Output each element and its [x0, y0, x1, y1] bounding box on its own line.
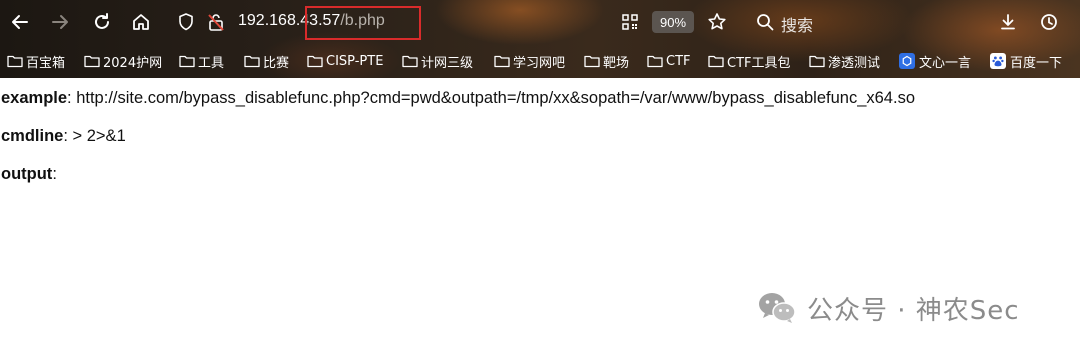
wechat-watermark: 公众号 · 神农Sec — [757, 290, 1020, 326]
bookmark-star-icon[interactable] — [703, 8, 731, 36]
bookmark-folder[interactable]: 靶场 — [584, 51, 629, 71]
bookmark-label: CISP-PTE — [326, 53, 384, 69]
bookmark-label: 渗透测试 — [828, 55, 881, 71]
wenxin-icon — [899, 53, 915, 69]
example-line: example: http://site.com/bypass_disablef… — [1, 89, 915, 108]
bookmark-link[interactable]: 文心一言 — [899, 51, 971, 71]
bookmark-folder[interactable]: 计网三级 — [402, 51, 473, 71]
folder-icon — [584, 55, 600, 68]
bookmark-folder[interactable]: 学习网吧 — [494, 51, 565, 71]
bookmark-label: CTF工具包 — [727, 55, 791, 71]
folder-icon — [708, 55, 724, 68]
search-label[interactable]: 搜索 — [781, 12, 813, 36]
download-icon[interactable] — [994, 8, 1022, 36]
output-value: : — [52, 165, 57, 183]
wechat-icon — [759, 293, 796, 323]
bookmarks-bar: 百宝箱 2024护网 工具 比赛 CISP-PTE 计网三级 学习网吧 靶场 C… — [0, 46, 1080, 76]
home-icon[interactable] — [127, 8, 155, 36]
folder-icon — [179, 55, 195, 68]
search-icon[interactable] — [751, 8, 779, 36]
bookmark-folder[interactable]: 工具 — [179, 51, 224, 71]
history-clock-icon[interactable] — [1035, 8, 1063, 36]
folder-icon — [7, 55, 23, 68]
browser-chrome: 192.168.43.57/b.php 90% 搜索 百宝箱 2024护网 工具… — [0, 0, 1080, 78]
cmdline-line: cmdline: > 2>&1 — [1, 127, 126, 146]
bookmark-label: 工具 — [198, 55, 225, 71]
zoom-level-badge[interactable]: 90% — [652, 11, 694, 33]
folder-icon — [494, 55, 510, 68]
bookmark-label: 学习网吧 — [513, 55, 566, 71]
watermark-text: 公众号 · 神农Sec — [807, 295, 1020, 326]
bookmark-folder[interactable]: 百宝箱 — [7, 51, 65, 71]
bookmark-folder[interactable]: 2024护网 — [84, 51, 162, 71]
baidu-paw-icon — [990, 53, 1006, 69]
cmdline-value: : > 2>&1 — [63, 127, 126, 145]
folder-icon — [647, 55, 663, 68]
insecure-lock-icon[interactable] — [202, 8, 230, 36]
output-line: output: — [1, 165, 57, 184]
bookmark-folder[interactable]: CTF — [647, 51, 691, 71]
output-label: output — [1, 165, 53, 183]
qr-code-icon[interactable] — [616, 8, 644, 36]
bookmark-label: CTF — [666, 53, 691, 69]
bookmark-link[interactable]: 百度一下 — [990, 51, 1062, 71]
example-value: : http://site.com/bypass_disablefunc.php… — [67, 89, 915, 107]
reload-icon[interactable] — [88, 8, 116, 36]
back-icon[interactable] — [6, 8, 34, 36]
bookmark-folder[interactable]: CISP-PTE — [307, 51, 383, 71]
folder-icon — [307, 55, 323, 68]
bookmark-label: 靶场 — [603, 55, 630, 71]
folder-icon — [84, 55, 100, 68]
bookmark-folder[interactable]: 比赛 — [244, 51, 289, 71]
bookmark-label: 百度一下 — [1010, 55, 1063, 71]
folder-icon — [402, 55, 418, 68]
example-label: example — [1, 89, 68, 107]
bookmark-folder[interactable]: CTF工具包 — [708, 51, 791, 71]
navigation-toolbar: 192.168.43.57/b.php 90% 搜索 — [0, 0, 1080, 44]
folder-icon — [809, 55, 825, 68]
bookmark-label: 计网三级 — [421, 55, 474, 71]
url-highlight-box — [305, 6, 421, 40]
bookmark-label: 2024护网 — [103, 55, 163, 71]
bookmark-label: 比赛 — [263, 55, 290, 71]
bookmark-label: 文心一言 — [919, 55, 972, 71]
cmdline-label: cmdline — [1, 127, 64, 145]
bookmark-label: 百宝箱 — [26, 55, 66, 71]
shield-icon[interactable] — [172, 8, 200, 36]
folder-icon — [244, 55, 260, 68]
forward-icon[interactable] — [46, 8, 74, 36]
bookmark-folder[interactable]: 渗透测试 — [809, 51, 880, 71]
